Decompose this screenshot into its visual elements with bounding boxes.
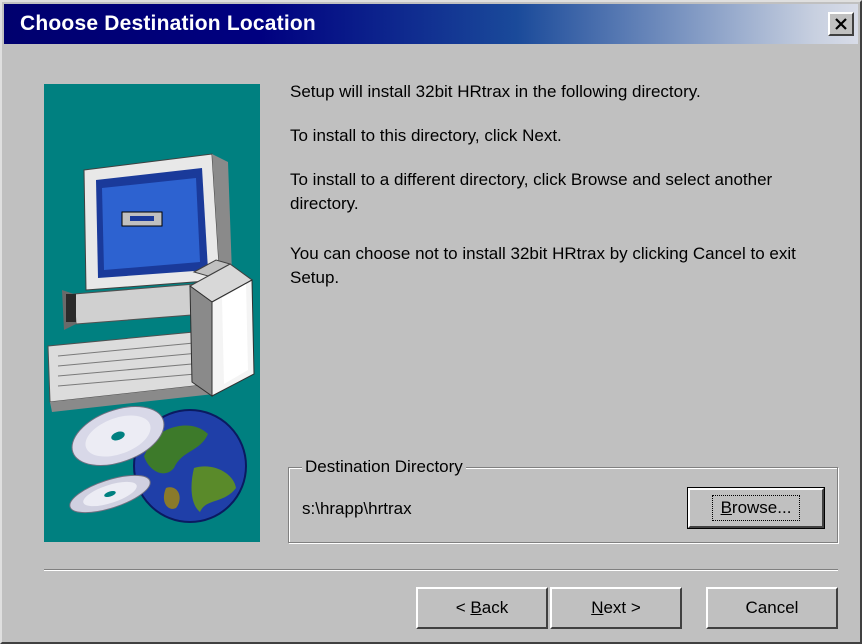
illustration-art (47, 153, 255, 523)
next-button-label: Next > (591, 598, 641, 617)
close-icon (835, 18, 847, 30)
next-button[interactable]: Next > (550, 587, 682, 629)
cancel-button[interactable]: Cancel (706, 587, 838, 629)
window-title: Choose Destination Location (20, 12, 316, 35)
software-box-icon (189, 259, 255, 397)
button-separator (44, 569, 838, 571)
cancel-instruction-text: You can choose not to install 32bit HRtr… (290, 244, 796, 287)
setup-illustration (44, 84, 260, 542)
back-button-label: < Back (455, 598, 509, 617)
browse-button[interactable]: Browse... (687, 487, 825, 529)
intro-text: Setup will install 32bit HRtrax in the f… (290, 82, 701, 101)
next-instruction-text: To install to this directory, click Next… (290, 126, 562, 145)
browse-button-label: Browse... (711, 495, 801, 521)
destination-path: s:\hrapp\hrtrax (302, 499, 412, 518)
cancel-button-label: Cancel (745, 598, 799, 617)
destination-directory-label: Destination Directory (302, 457, 466, 477)
close-button[interactable] (828, 12, 854, 36)
setup-dialog: Choose Destination Location Setup will i… (0, 0, 862, 644)
browse-instruction-text: To install to a different directory, cli… (290, 170, 773, 213)
back-button[interactable]: < Back (416, 587, 548, 629)
title-bar[interactable]: Choose Destination Location (4, 4, 858, 44)
